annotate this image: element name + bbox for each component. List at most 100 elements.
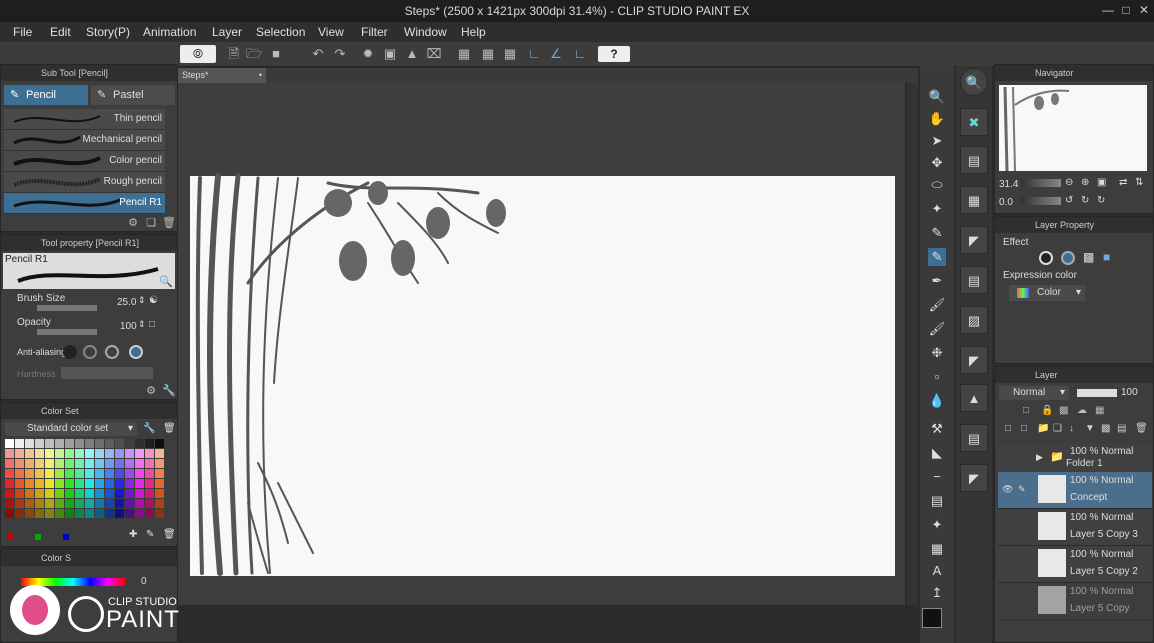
gradient-icon[interactable]: ◣ [928,444,946,462]
layer-opacity-slider[interactable] [1077,389,1117,397]
menu-view[interactable]: View [318,25,344,39]
folder-expand-icon[interactable]: ▶ [1036,452,1043,463]
subtool-delete-icon[interactable]: 🗑 [161,215,177,231]
color-swatch[interactable] [135,469,144,478]
quick-access-8-icon[interactable]: ▲ [960,384,988,412]
color-swatch[interactable] [115,459,124,468]
navigator-preview[interactable] [999,85,1147,172]
close-icon[interactable]: ✕ [1136,3,1152,17]
zoom-icon[interactable]: 🔍 [928,88,946,106]
color-swatch-green[interactable] [35,534,41,540]
color-swatch[interactable] [105,489,114,498]
color-swatch[interactable] [155,499,164,508]
blend-mode-select[interactable]: Normal ▾ [999,386,1069,400]
color-swatch[interactable] [75,469,84,478]
tool-property-wrench-icon[interactable]: 🔧 [161,383,177,399]
color-swatch[interactable] [115,499,124,508]
color-set-remove-icon[interactable]: 🗑 [163,529,176,540]
hue-value[interactable]: 0 [141,576,147,587]
main-color-swatch[interactable] [922,608,942,628]
color-swatch[interactable] [55,509,64,518]
special-ruler-snap-icon[interactable]: ∠ [548,46,564,62]
transform-icon[interactable]: ▲ [404,46,420,62]
color-set-add-icon[interactable]: ✚ [129,529,137,540]
quick-access-4-icon[interactable]: ◤ [960,226,988,254]
frame-border-icon[interactable]: ▤ [928,492,946,510]
color-swatch[interactable] [75,439,84,448]
effect-layer-color-icon[interactable]: ■ [1103,250,1110,264]
magnifier-icon[interactable]: 🔍 [159,275,173,288]
selection-tool-3-icon[interactable]: ▦ [502,46,518,62]
zoom-slider[interactable] [1021,179,1061,187]
color-swatch[interactable] [125,469,134,478]
color-swatch[interactable] [25,489,34,498]
color-swatch[interactable] [45,489,54,498]
lock-transparent-icon[interactable]: ▩ [1059,405,1068,416]
color-swatch[interactable] [145,509,154,518]
deselect-icon[interactable]: ⌧ [426,46,442,62]
antialias-strong-icon[interactable] [129,345,143,359]
visibility-eye-icon[interactable]: 👁 [1002,484,1013,495]
color-swatch[interactable] [135,439,144,448]
color-swatch[interactable] [35,479,44,488]
color-swatch[interactable] [95,439,104,448]
brush-color-pencil[interactable]: Color pencil [4,151,165,172]
zoom-value[interactable]: 31.4 [999,179,1018,190]
hand-icon[interactable]: ✋ [928,110,946,128]
color-swatch[interactable] [145,479,154,488]
brush-rough-pencil[interactable]: Rough pencil [4,172,165,193]
color-swatch[interactable] [15,449,24,458]
color-swatch[interactable] [155,449,164,458]
color-swatch[interactable] [55,469,64,478]
color-swatch[interactable] [65,479,74,488]
save-icon[interactable]: ■ [268,46,284,62]
color-swatch[interactable] [115,509,124,518]
merge-icon[interactable]: ▼ [1085,423,1095,434]
color-swatch[interactable] [85,459,94,468]
color-set-delete-icon[interactable]: 🗑 [163,423,176,434]
color-swatch[interactable] [5,449,14,458]
move-layer-icon[interactable]: ✥ [928,154,946,172]
layer-row[interactable]: 100 % Normal Layer 5 Copy 2 [998,546,1152,583]
selection-icon[interactable]: ⬭ [928,176,946,194]
color-swatch[interactable] [105,459,114,468]
color-swatch[interactable] [85,439,94,448]
reference-layer-icon[interactable]: ☁ [1077,405,1087,416]
subtool-settings-icon[interactable]: ⚙ [125,215,141,231]
color-swatch[interactable] [65,509,74,518]
brush-size-value[interactable]: 25.0 [117,297,136,308]
color-swatch[interactable] [5,499,14,508]
copy-layer-icon[interactable]: ❏ [1053,423,1062,434]
fill-icon[interactable]: ⚒ [928,420,946,438]
color-swatch[interactable] [25,439,34,448]
color-swatch[interactable] [105,479,114,488]
color-set-eyedropper-icon[interactable]: ✎ [146,529,154,540]
lock-icon[interactable]: 🔒 [1041,405,1053,416]
color-swatch-blue[interactable] [63,534,69,540]
tab-pastel[interactable]: ✎ Pastel [91,85,175,105]
brush-size-slider[interactable] [37,305,97,311]
quick-access-3-icon[interactable]: ▦ [960,186,988,214]
text-icon[interactable]: A [928,562,946,580]
color-swatch[interactable] [5,489,14,498]
delete-layer-icon[interactable]: 🗑 [1135,423,1148,434]
color-swatch[interactable] [105,499,114,508]
undo-icon[interactable]: ↶ [310,46,326,62]
layer-opacity-value[interactable]: 100 [1121,387,1138,398]
menu-selection[interactable]: Selection [256,25,305,39]
color-swatch[interactable] [135,479,144,488]
color-swatch[interactable] [55,479,64,488]
canvas-drawing[interactable] [178,83,905,605]
rotate-right-icon[interactable]: ↻ [1081,195,1089,206]
color-swatch[interactable] [65,499,74,508]
color-swatch[interactable] [65,449,74,458]
merge-down-icon[interactable]: ↓ [1069,423,1074,434]
color-swatch[interactable] [155,469,164,478]
color-swatch[interactable] [15,469,24,478]
menu-layer[interactable]: Layer [212,25,242,39]
layer-row[interactable]: 100 % Normal Layer 5 Copy 3 [998,509,1152,546]
quick-access-5-icon[interactable]: ▤ [960,266,988,294]
color-swatch[interactable] [145,449,154,458]
color-swatch[interactable] [45,469,54,478]
color-swatch[interactable] [45,449,54,458]
